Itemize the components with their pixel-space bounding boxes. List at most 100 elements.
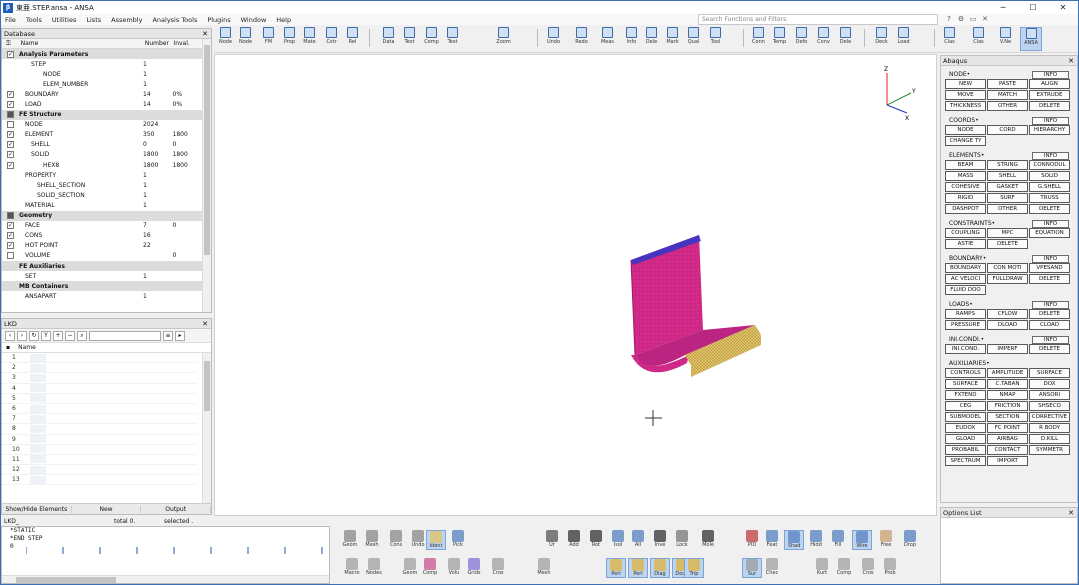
deck-button[interactable]: STRING: [987, 160, 1028, 170]
tool-constraint[interactable]: Cstr: [324, 27, 339, 45]
deck-button[interactable]: PASTE: [987, 79, 1028, 89]
bottom-tool-cros[interactable]: Cros: [488, 558, 508, 576]
database-section[interactable]: MB Containers: [2, 281, 202, 292]
deck-button[interactable]: CORD: [987, 125, 1028, 135]
deck-button[interactable]: DELETE: [1029, 101, 1070, 111]
database-row[interactable]: NODE 1: [2, 69, 202, 79]
info-button[interactable]: INFO: [1032, 254, 1069, 263]
deck-button[interactable]: SHSECO: [1029, 401, 1070, 411]
search-functions-input[interactable]: Search Functions and Filters: [698, 14, 938, 25]
lkd-row[interactable]: 5: [2, 394, 197, 404]
lkd-filter-combo[interactable]: [89, 330, 161, 341]
bottom-tool-geom[interactable]: Geom: [400, 558, 420, 576]
bottom-tool-grids[interactable]: Grids: [464, 558, 484, 576]
refresh-icon[interactable]: ↻: [29, 330, 39, 341]
tool-connection[interactable]: Conn: [751, 27, 766, 45]
deck-button[interactable]: SURF: [987, 193, 1028, 203]
bottom-tool-comp[interactable]: Comp: [420, 558, 440, 576]
close-icon[interactable]: ✕: [202, 30, 208, 38]
deck-button[interactable]: DELETE: [1029, 344, 1070, 354]
lkd-row[interactable]: 6: [2, 404, 197, 415]
database-row[interactable]: ✓ CONS 16: [2, 231, 202, 241]
database-row[interactable]: ANSAPART 1: [2, 291, 202, 301]
tool-mark[interactable]: Mark: [665, 27, 680, 45]
bottom-tool-fill[interactable]: Fill: [828, 530, 848, 548]
deck-button[interactable]: TRUSS: [1029, 193, 1070, 203]
deck-button[interactable]: SPECTRUM: [945, 456, 986, 466]
deck-button[interactable]: INI.COND.: [945, 344, 986, 354]
database-row[interactable]: PROPERTY 1: [2, 170, 202, 180]
collapse-icon[interactable]: •: [969, 301, 973, 308]
bottom-tool-lock[interactable]: Lock: [672, 530, 692, 548]
deck-button[interactable]: RIGID: [945, 193, 986, 203]
deck-button[interactable]: ALIGN: [1029, 79, 1070, 89]
lkd-row[interactable]: 1: [2, 353, 197, 364]
database-row[interactable]: SET 1: [2, 271, 202, 281]
lkd-row[interactable]: 11: [2, 455, 197, 466]
deck-button[interactable]: EXTRUDE: [1029, 90, 1070, 100]
sort-icon[interactable]: ▪: [6, 344, 10, 351]
database-row[interactable]: ✓ FACE 7 0: [2, 221, 202, 231]
model-view[interactable]: Z Y X: [215, 55, 938, 517]
database-row[interactable]: ELEM_NUMBER 1: [2, 79, 202, 89]
bottom-tool-comp[interactable]: Comp: [834, 558, 854, 576]
deck-button[interactable]: FXTEND: [945, 390, 986, 400]
deck-button[interactable]: DOX: [1029, 379, 1070, 389]
bottom-tool-pid[interactable]: PID: [742, 530, 762, 548]
tool-delete[interactable]: Dele: [644, 27, 659, 45]
lkd-row-value[interactable]: [30, 424, 46, 433]
menu-assembly[interactable]: Assembly: [111, 16, 142, 24]
bottom-tool-wire[interactable]: Wire: [852, 530, 872, 550]
tool-ansa[interactable]: ANSA: [1020, 27, 1042, 51]
menu-lists[interactable]: Lists: [86, 16, 101, 24]
deck-button[interactable]: AC VELOCI: [945, 274, 986, 284]
minimize-icon[interactable]: ─: [988, 1, 1018, 14]
text-console[interactable]: *STATIC *END STEP 0: [1, 526, 330, 584]
close-icon[interactable]: ✕: [1068, 57, 1074, 65]
visibility-checkbox[interactable]: ✓: [7, 50, 14, 58]
back-icon[interactable]: ‹: [5, 330, 15, 341]
deck-button[interactable]: PROBABIL: [945, 445, 986, 455]
bottom-tool-perl[interactable]: Perl: [628, 558, 648, 578]
bottom-tool-trip[interactable]: Trip: [684, 558, 704, 578]
deck-button[interactable]: ANSORI: [1029, 390, 1070, 400]
deck-button[interactable]: NODE: [945, 125, 986, 135]
tool-convert[interactable]: Conv: [816, 27, 831, 45]
deck-button[interactable]: BEAM: [945, 160, 986, 170]
deck-button[interactable]: RAMPS: [945, 309, 986, 319]
menu-utilities[interactable]: Utilities: [52, 16, 76, 24]
collapse-icon[interactable]: •: [967, 71, 971, 78]
tool-quality[interactable]: Qual: [686, 27, 701, 45]
info-button[interactable]: INFO: [1032, 116, 1069, 125]
deck-button[interactable]: GLOAD: [945, 434, 986, 444]
lkd-row-value[interactable]: [30, 465, 46, 474]
deck-button[interactable]: CLOAD: [1029, 320, 1070, 330]
deck-button[interactable]: SURFACE: [945, 379, 986, 389]
zoom-out-icon[interactable]: −: [65, 330, 75, 341]
deck-button[interactable]: FULLDRAW: [987, 274, 1028, 284]
expand-icon[interactable]: ▸: [175, 330, 185, 341]
bottom-tool-free[interactable]: Free: [876, 530, 896, 548]
database-row[interactable]: MATERIAL 1: [2, 200, 202, 210]
collapse-icon[interactable]: •: [983, 255, 987, 262]
lkd-row-value[interactable]: [30, 445, 46, 454]
lkd-row[interactable]: 4: [2, 384, 197, 394]
tool-text[interactable]: Text: [402, 27, 417, 45]
deck-button[interactable]: NMAP: [987, 390, 1028, 400]
zoom-in-icon[interactable]: +: [53, 330, 63, 341]
bottom-tool-shad[interactable]: Shad: [784, 530, 804, 550]
tool-fm[interactable]: FM: [261, 27, 276, 45]
deck-button[interactable]: R BODY: [1029, 423, 1070, 433]
tool-tool[interactable]: Tool: [708, 27, 723, 45]
deck-button[interactable]: VPESAND: [1029, 263, 1070, 273]
lkd-row-value[interactable]: [30, 404, 46, 413]
deck-button[interactable]: DELETE: [987, 239, 1028, 249]
tool-delete-2[interactable]: Dele: [838, 27, 853, 45]
deck-button[interactable]: NEW: [945, 79, 986, 89]
deck-button[interactable]: C.TABAN: [987, 379, 1028, 389]
bottom-tool-perl[interactable]: Perl: [606, 558, 626, 578]
database-row[interactable]: SOLID_SECTION 1: [2, 190, 202, 200]
tool-zoom[interactable]: Zoom: [496, 27, 511, 45]
deck-button[interactable]: OTHER: [987, 101, 1028, 111]
bottom-tool-mesh[interactable]: Mesh: [362, 530, 382, 548]
